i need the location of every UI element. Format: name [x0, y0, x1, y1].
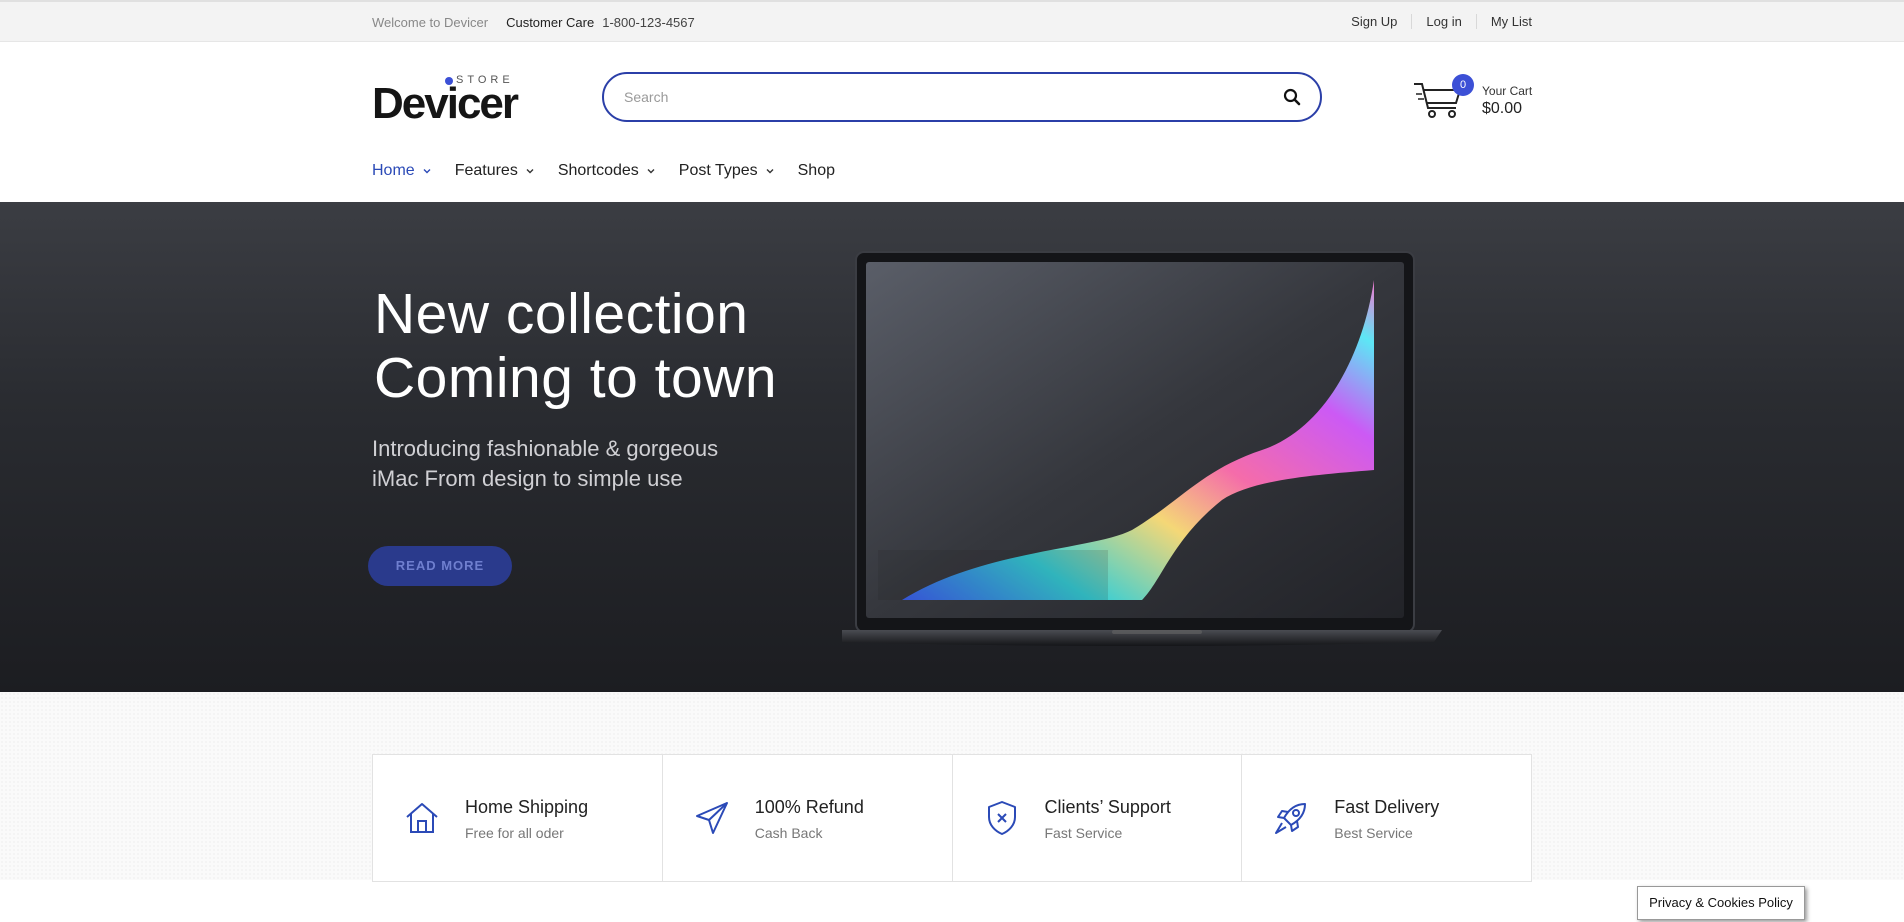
chevron-down-icon — [526, 169, 534, 174]
feature-title: 100% Refund — [754, 797, 864, 817]
nav-item-label: Features — [454, 162, 518, 179]
my-list-link[interactable]: My List — [1475, 14, 1532, 29]
logo-name: Devicer — [372, 79, 519, 128]
hero-title-line-2: Coming to town — [374, 346, 778, 410]
hero-subtitle: Introducing fashionable & gorgeous iMac … — [372, 434, 792, 494]
search-input[interactable] — [624, 86, 1244, 108]
cart-widget[interactable]: 0 Your Cart $0.00 — [1412, 72, 1532, 122]
nav-item-label: Shop — [797, 162, 835, 179]
feature-home-shipping: Home Shipping Free for all oder — [373, 755, 662, 881]
log-in-link[interactable]: Log in — [1411, 14, 1475, 29]
search-icon[interactable] — [1282, 87, 1302, 107]
features-row: Home Shipping Free for all oder 100% Ref… — [372, 754, 1532, 882]
cart-label: Your Cart — [1482, 84, 1533, 98]
search-bar — [602, 72, 1322, 122]
nav-item-post-types[interactable]: Post Types — [679, 162, 774, 180]
shield-icon — [987, 801, 1016, 835]
privacy-cookies-policy-button[interactable]: Privacy & Cookies Policy — [1637, 886, 1805, 920]
feature-subtitle: Best Service — [1334, 825, 1413, 841]
feature-title: Home Shipping — [465, 797, 589, 817]
sign-up-link[interactable]: Sign Up — [1337, 14, 1411, 29]
read-more-button[interactable]: READ MORE — [368, 546, 512, 586]
hero-subtitle-line-2: iMac From design to simple use — [372, 466, 683, 491]
nav-item-shortcodes[interactable]: Shortcodes — [558, 162, 655, 180]
feature-title: Clients’ Support — [1044, 797, 1171, 817]
laptop-image — [842, 251, 1442, 646]
chevron-down-icon — [766, 169, 774, 174]
nav-item-features[interactable]: Features — [455, 162, 534, 180]
features-section: Home Shipping Free for all oder 100% Ref… — [0, 692, 1904, 882]
welcome-text: Welcome to Devicer — [372, 15, 489, 30]
hero-banner: New collection Coming to town Introducin… — [0, 202, 1904, 692]
feature-fast-delivery: Fast Delivery Best Service — [1241, 755, 1531, 881]
cart-total: $0.00 — [1482, 100, 1523, 117]
top-bar: Welcome to Devicer Customer Care 1-800-1… — [0, 0, 1904, 42]
feature-refund: 100% Refund Cash Back — [661, 755, 952, 881]
customer-care-phone[interactable]: 1-800-123-4567 — [602, 15, 695, 30]
customer-care-label: Customer Care — [506, 15, 595, 30]
cart-count-badge: 0 — [1452, 74, 1474, 96]
account-links: Sign Up Log in My List — [1337, 14, 1532, 29]
feature-subtitle: Free for all oder — [465, 825, 564, 841]
hero-title-line-1: New collection — [374, 282, 749, 346]
hero-title: New collection Coming to town — [374, 282, 894, 410]
paper-plane-icon — [695, 802, 728, 834]
site-logo[interactable]: STORE Devicer — [372, 72, 522, 126]
nav-item-label: Post Types — [678, 162, 758, 179]
main-nav: Home Features Shortcodes Post Types Shop — [0, 152, 1904, 202]
nav-item-home[interactable]: Home — [372, 162, 431, 180]
chevron-down-icon — [423, 169, 431, 174]
nav-item-shop[interactable]: Shop — [798, 162, 835, 180]
chevron-down-icon — [647, 169, 655, 174]
nav-item-label: Shortcodes — [557, 162, 639, 179]
house-icon — [406, 803, 438, 833]
feature-subtitle: Cash Back — [754, 825, 823, 841]
feature-title: Fast Delivery — [1334, 797, 1440, 817]
nav-item-label: Home — [372, 162, 415, 179]
feature-clients-support: Clients’ Support Fast Service — [951, 755, 1242, 881]
site-header: STORE Devicer 0 Your Cart $0.00 — [0, 42, 1904, 152]
top-bar-contact: Welcome to Devicer Customer Care 1-800-1… — [372, 15, 695, 30]
hero-subtitle-line-1: Introducing fashionable & gorgeous — [372, 436, 719, 461]
rocket-icon — [1275, 803, 1307, 834]
feature-subtitle: Fast Service — [1044, 825, 1123, 841]
